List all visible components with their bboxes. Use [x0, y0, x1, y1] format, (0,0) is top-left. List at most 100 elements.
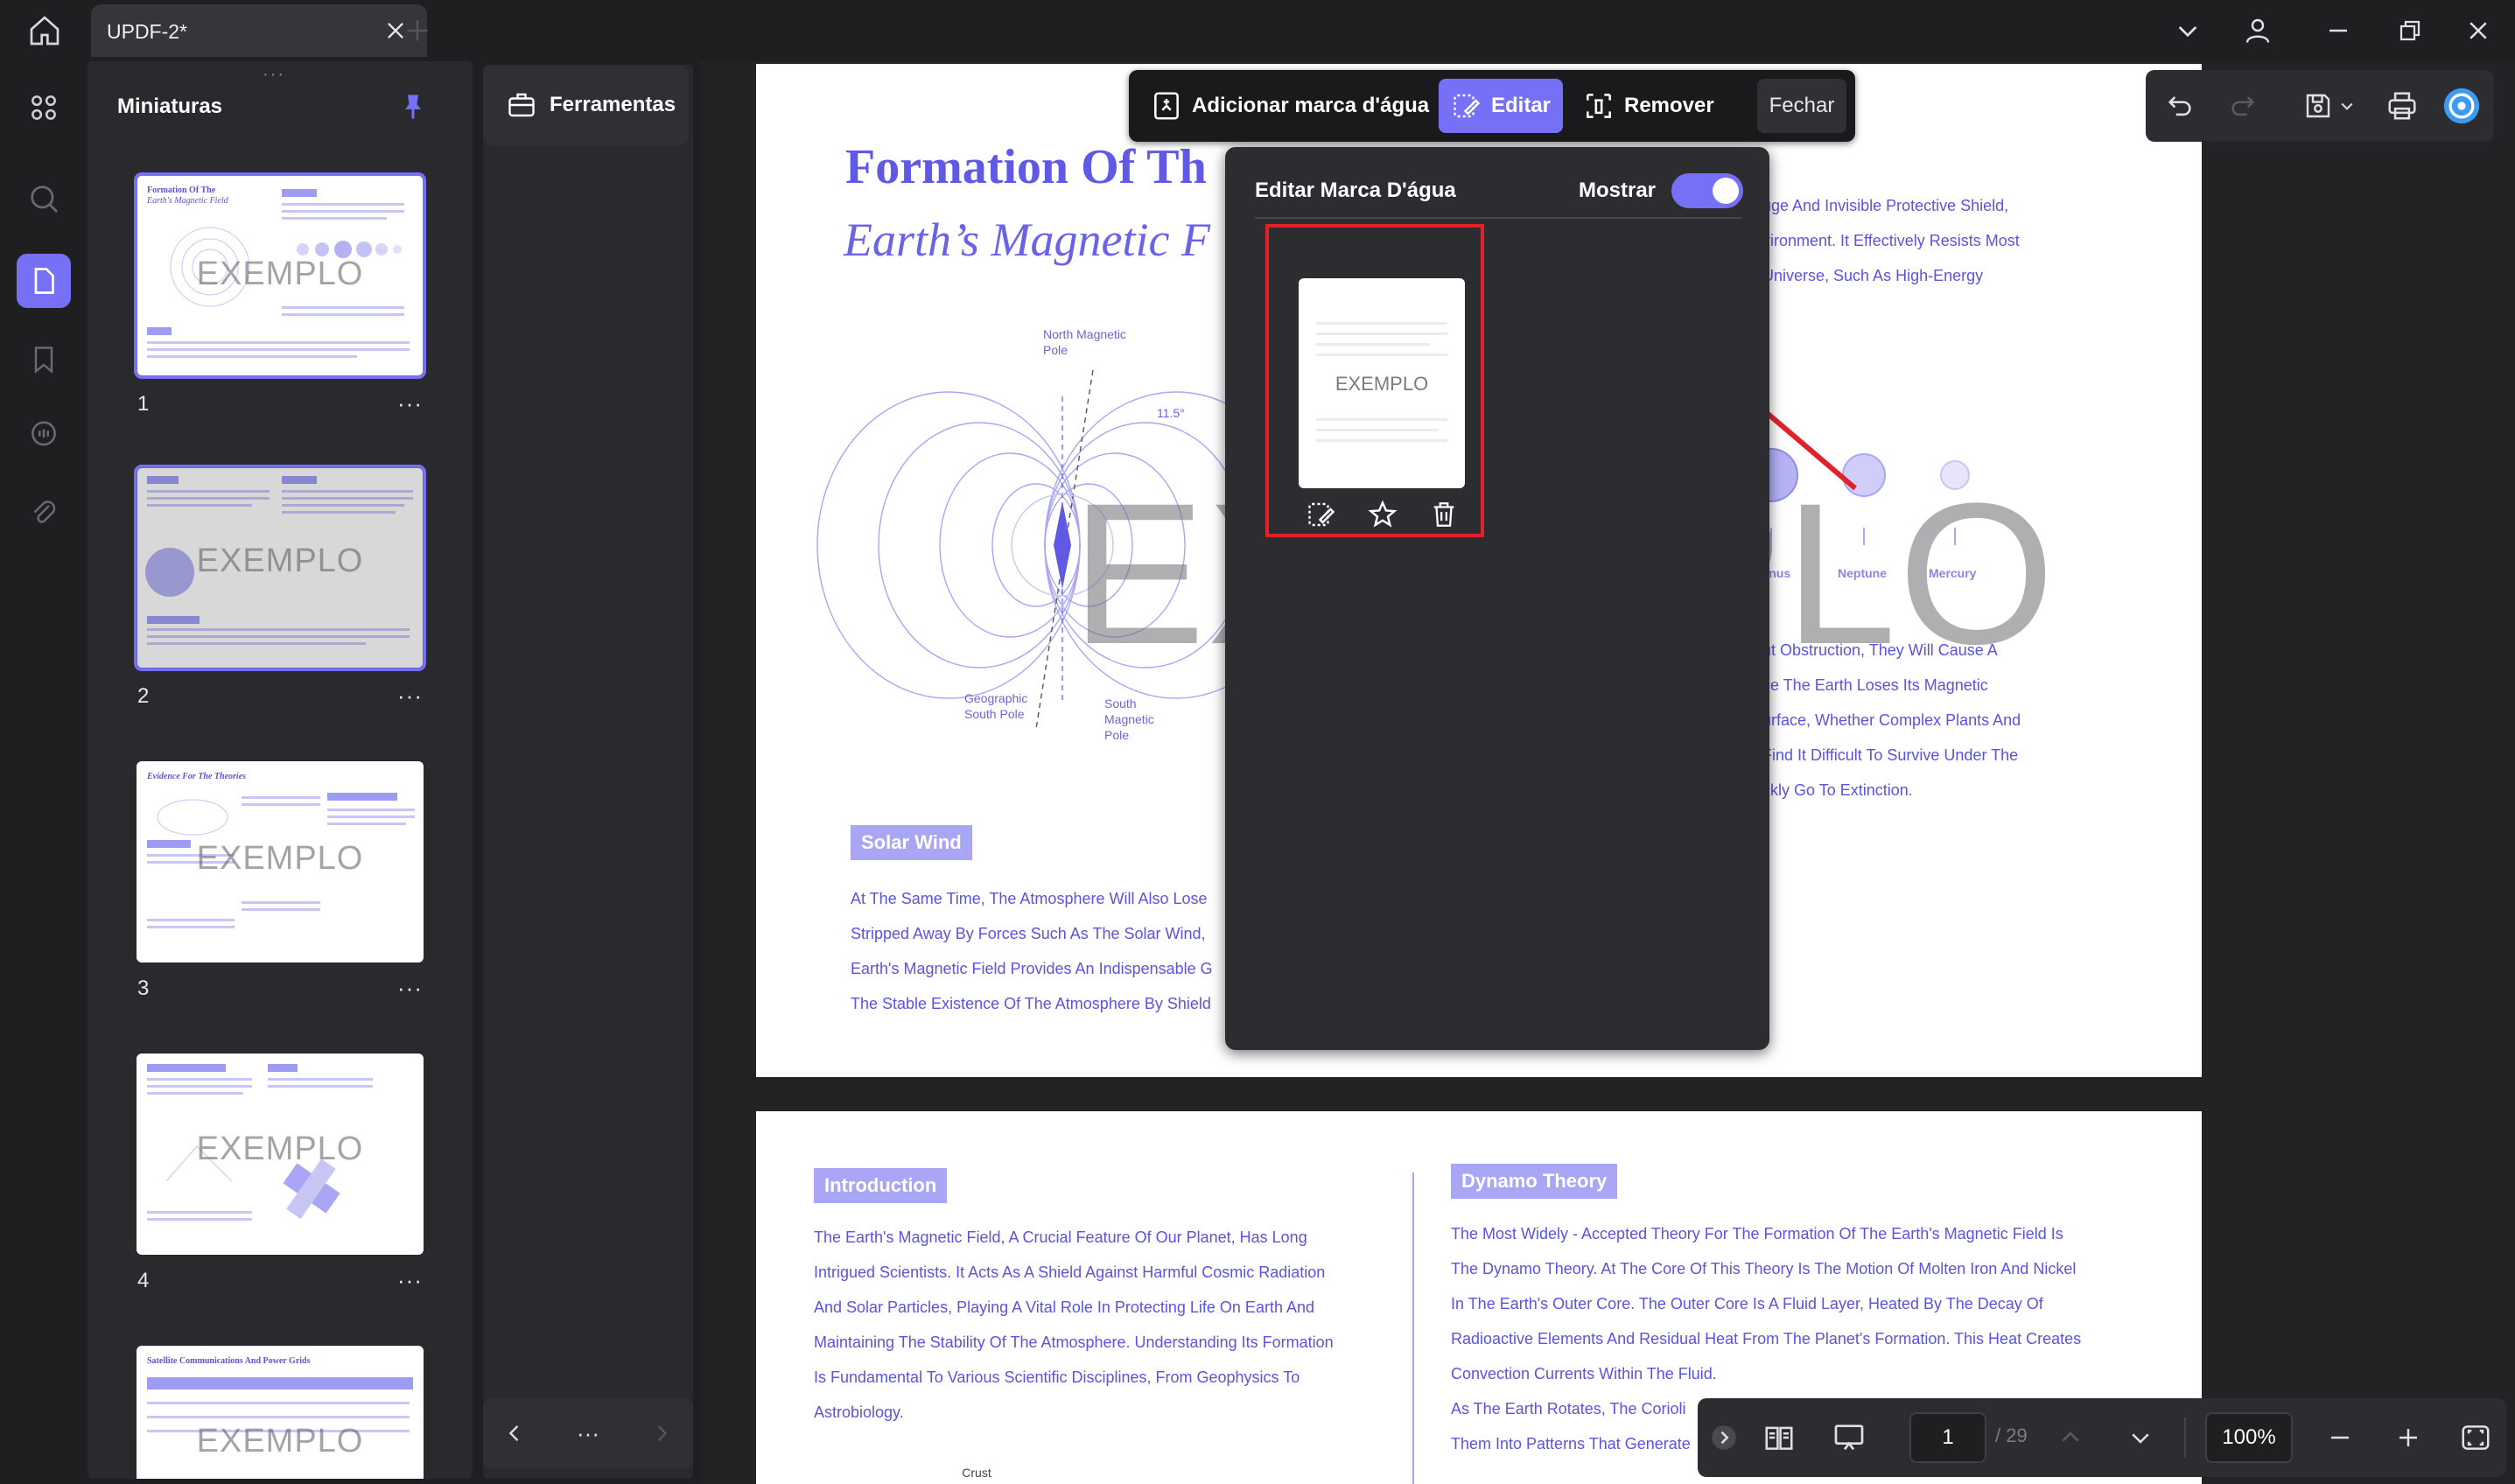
pin-panel-button[interactable] [397, 89, 429, 124]
divider [1255, 217, 1741, 219]
ai-assistant-icon [2443, 88, 2480, 124]
star-icon [1368, 500, 1398, 528]
page-thumbnail-3[interactable]: Evidence For The Theories EXEMPLO [137, 761, 424, 962]
save-button[interactable] [2298, 86, 2338, 126]
thumbnail-more-button[interactable]: ··· [397, 975, 423, 1002]
edit-watermark-label: Editar [1491, 94, 1552, 117]
remove-watermark-icon [1587, 94, 1611, 118]
page-thumbnail-2[interactable]: EXEMPLO [134, 465, 426, 671]
chevron-down-icon [2178, 26, 2197, 38]
restore-icon [2399, 20, 2420, 41]
apps-button[interactable] [17, 80, 71, 135]
introduction-paragraph: The Earth's Magnetic Field, A Crucial Fe… [814, 1228, 1334, 1421]
collapse-left-button[interactable] [497, 1418, 532, 1449]
search-icon [31, 186, 58, 213]
undo-button[interactable] [2160, 86, 2200, 126]
presentation-button[interactable] [1829, 1418, 1869, 1458]
new-tab-button[interactable] [403, 16, 438, 46]
grid-icon [32, 95, 56, 120]
minimize-button[interactable] [2319, 12, 2357, 49]
close-icon [2469, 22, 2487, 39]
attachments-button[interactable] [17, 486, 71, 541]
edit-watermark-button[interactable]: Editar [1439, 79, 1564, 133]
page-total-label: / 29 [1995, 1424, 2028, 1446]
zoom-level-input[interactable]: 100% [2205, 1412, 2293, 1463]
tools-button[interactable]: Ferramentas [483, 65, 688, 145]
edit-watermark-panel: Editar Marca D'água Mostrar EXEMPLO [1225, 147, 1769, 1050]
tabs-dropdown-button[interactable] [2168, 12, 2207, 49]
thumbnail-heading: Satellite Communications And Power Grids [147, 1356, 311, 1366]
thumbnail-page-number: 4 [137, 1269, 150, 1292]
document-tab[interactable]: UPDF-2* [91, 4, 427, 57]
account-button[interactable] [2238, 12, 2277, 49]
thumbnail-more-button[interactable]: ··· [397, 1267, 423, 1294]
thumbnail-watermark: EXEMPLO [196, 1130, 364, 1167]
close-watermark-button[interactable]: Fechar [1757, 79, 1846, 133]
undo-icon [2168, 96, 2191, 116]
add-watermark-label: Adicionar marca d'água [1192, 94, 1430, 117]
watermark-template-card[interactable]: EXEMPLO [1299, 278, 1465, 488]
edit-icon [1308, 502, 1335, 527]
fit-page-button[interactable] [2455, 1418, 2496, 1458]
add-watermark-button[interactable]: Adicionar marca d'água [1138, 79, 1441, 133]
thumbnails-panel: ··· Miniaturas Formation Of The Earth's … [88, 61, 473, 1479]
tools-more-button[interactable]: ··· [571, 1418, 606, 1449]
thumbnail-watermark: EXEMPLO [196, 840, 364, 877]
collapse-navbar-button[interactable] [1710, 1418, 1738, 1458]
favorite-template-button[interactable] [1363, 497, 1402, 532]
tools-label: Ferramentas [550, 93, 676, 116]
thumbnails-title: Miniaturas [117, 94, 223, 118]
plus-icon [407, 20, 428, 41]
zoom-in-button[interactable] [2391, 1418, 2426, 1458]
page-thumbnail-5[interactable]: Satellite Communications And Power Grids… [137, 1346, 424, 1479]
comments-button[interactable] [17, 408, 71, 462]
page-layout-button[interactable] [1759, 1418, 1799, 1458]
show-watermark-label: Mostrar [1579, 178, 1657, 202]
print-button[interactable] [2382, 86, 2422, 126]
chevron-down-icon [2341, 102, 2353, 110]
next-page-button[interactable] [2123, 1418, 2158, 1458]
home-button[interactable] [23, 10, 67, 51]
edit-watermark-title: Editar Marca D'água [1255, 178, 1456, 202]
save-icon [2306, 94, 2330, 118]
previous-page-button[interactable] [2053, 1418, 2088, 1458]
search-button[interactable] [17, 172, 71, 226]
chevron-right-icon [657, 1425, 668, 1441]
resize-grip[interactable]: ··· [263, 65, 285, 85]
thumbnails-button[interactable] [17, 254, 71, 308]
thumbnail-page-number: 1 [137, 392, 150, 416]
page-thumbnail-4[interactable]: EXEMPLO [137, 1054, 424, 1255]
comment-icon [32, 421, 56, 446]
chevron-left-icon [508, 1425, 519, 1441]
restore-button[interactable] [2391, 12, 2429, 49]
remove-watermark-button[interactable]: Remover [1570, 79, 1727, 133]
tools-column: Ferramentas ··· [483, 65, 693, 1479]
thumbnail-more-button[interactable]: ··· [397, 682, 423, 710]
bookmark-icon [34, 346, 53, 374]
divider [2184, 1418, 2186, 1458]
current-page-input[interactable]: 1 [1909, 1412, 1986, 1463]
thumbnail-more-button[interactable]: ··· [397, 390, 423, 417]
page-thumbnail-1[interactable]: Formation Of The Earth's Magnetic Field … [134, 172, 426, 379]
expand-right-button[interactable] [644, 1418, 679, 1449]
close-window-button[interactable] [2459, 12, 2497, 49]
fit-screen-icon [2462, 1425, 2490, 1450]
redo-icon [2231, 96, 2255, 116]
document-tab-name: UPDF-2* [107, 20, 188, 43]
show-watermark-toggle[interactable] [1671, 173, 1743, 208]
edit-template-button[interactable] [1302, 497, 1341, 532]
paperclip-icon [33, 500, 56, 523]
bookmarks-button[interactable] [17, 332, 71, 387]
delete-template-button[interactable] [1425, 497, 1463, 532]
solar-wind-paragraph: At The Same Time, The Atmosphere Will Al… [851, 890, 1213, 1012]
chevron-up-icon [2062, 1432, 2079, 1442]
save-options-button[interactable] [2335, 86, 2359, 126]
ai-assistant-button[interactable] [2441, 86, 2482, 126]
redo-button[interactable] [2223, 86, 2263, 126]
edit-watermark-icon [1454, 94, 1481, 118]
zoom-out-button[interactable] [2322, 1418, 2357, 1458]
thumbnail-heading: Formation Of The [147, 186, 216, 195]
home-icon [30, 16, 60, 46]
crust-label: Crust [962, 1466, 991, 1480]
trash-icon [1433, 502, 1454, 527]
